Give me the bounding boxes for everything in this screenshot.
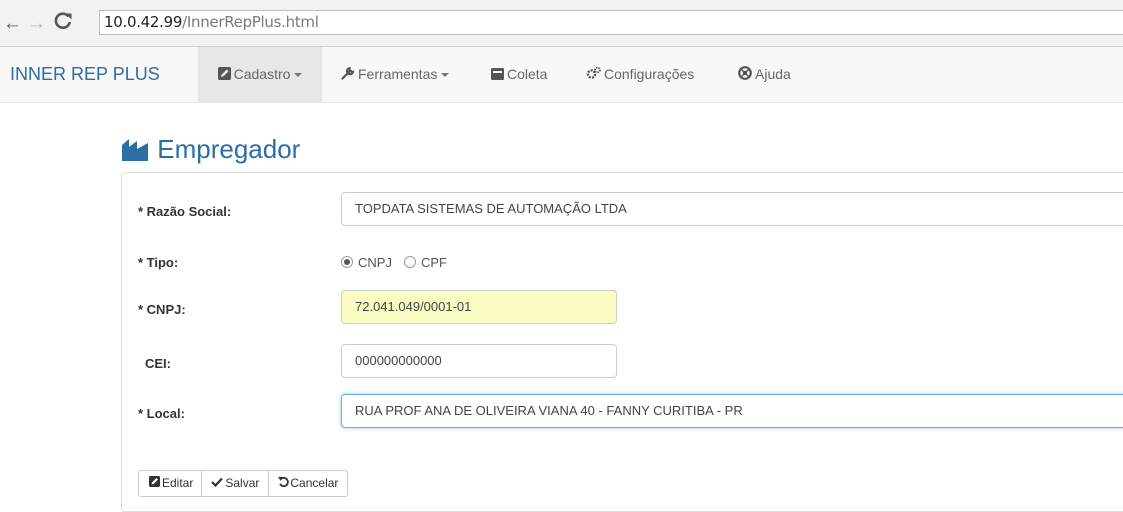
undo-icon	[278, 471, 290, 496]
nav-configuracoes-label: Configurações	[604, 66, 695, 82]
reload-icon[interactable]	[54, 12, 72, 34]
cnpj-input[interactable]: 72.041.049/0001-01	[341, 290, 617, 324]
form-actions: Editar Salvar Cancelar	[138, 470, 349, 497]
chevron-down-icon	[294, 73, 303, 78]
industry-chart-icon	[122, 134, 157, 164]
lifebuoy-icon	[738, 48, 752, 103]
nav-ferramentas[interactable]: Ferramentas	[341, 47, 450, 103]
wrench-icon	[341, 48, 355, 103]
nav-coleta[interactable]: Coleta	[491, 47, 547, 102]
edit-button[interactable]: Editar	[138, 470, 203, 497]
cancel-button-label: Cancelar	[290, 476, 339, 490]
edit-button-label: Editar	[162, 476, 194, 490]
browser-toolbar: ← → 10.0.42.99/InnerRepPlus.html	[0, 0, 1123, 47]
check-icon	[211, 471, 224, 496]
inbox-icon	[491, 48, 504, 103]
edit-icon	[149, 471, 160, 496]
page-title: Empregador	[122, 134, 300, 164]
nav-cadastro-label: Cadastro	[233, 66, 291, 82]
nav-ajuda-label: Ajuda	[755, 66, 791, 82]
edit-icon	[217, 48, 231, 103]
forward-arrow-icon[interactable]: →	[27, 14, 46, 33]
cnpj-radio-label[interactable]: CNPJ	[358, 255, 392, 270]
brand-link[interactable]: INNER REP PLUS	[10, 64, 160, 85]
page-title-text: Empregador	[157, 134, 301, 164]
save-button-label: Salvar	[225, 476, 260, 490]
razao-social-label: * Razão Social:	[138, 204, 232, 219]
nav-ferramentas-label: Ferramentas	[358, 66, 438, 82]
local-label: * Local:	[138, 406, 185, 421]
back-arrow-icon[interactable]: ←	[3, 14, 22, 33]
nav-ajuda[interactable]: Ajuda	[738, 47, 791, 102]
cei-input[interactable]: 000000000000	[341, 344, 617, 378]
cnpj-label: * CNPJ:	[138, 302, 186, 317]
chevron-down-icon	[441, 73, 450, 78]
nav-cadastro[interactable]: Cadastro	[198, 47, 322, 102]
address-host: 10.0.42.99	[104, 13, 183, 31]
address-path: /InnerRepPlus.html	[182, 13, 319, 31]
cnpj-radio[interactable]	[341, 256, 353, 268]
cogs-icon	[586, 48, 601, 103]
nav-configuracoes[interactable]: Configurações	[586, 47, 694, 102]
save-button[interactable]: Salvar	[201, 470, 270, 497]
nav-coleta-label: Coleta	[507, 66, 548, 82]
local-input[interactable]: RUA PROF ANA DE OLIVEIRA VIANA 40 - FANN…	[341, 394, 1123, 428]
address-bar[interactable]: 10.0.42.99/InnerRepPlus.html	[99, 10, 1123, 35]
app-navbar: INNER REP PLUS Cadastro Ferramentas Cole…	[0, 47, 1123, 103]
cancel-button[interactable]: Cancelar	[268, 470, 349, 497]
cpf-radio-label[interactable]: CPF	[421, 255, 447, 270]
tipo-label: * Tipo:	[138, 255, 179, 270]
razao-social-input[interactable]: TOPDATA SISTEMAS DE AUTOMAÇÃO LTDA	[341, 192, 1123, 226]
tipo-radio-group: CNPJ CPF	[341, 255, 459, 270]
cpf-radio[interactable]	[403, 256, 416, 268]
cei-label: CEI:	[145, 356, 171, 371]
